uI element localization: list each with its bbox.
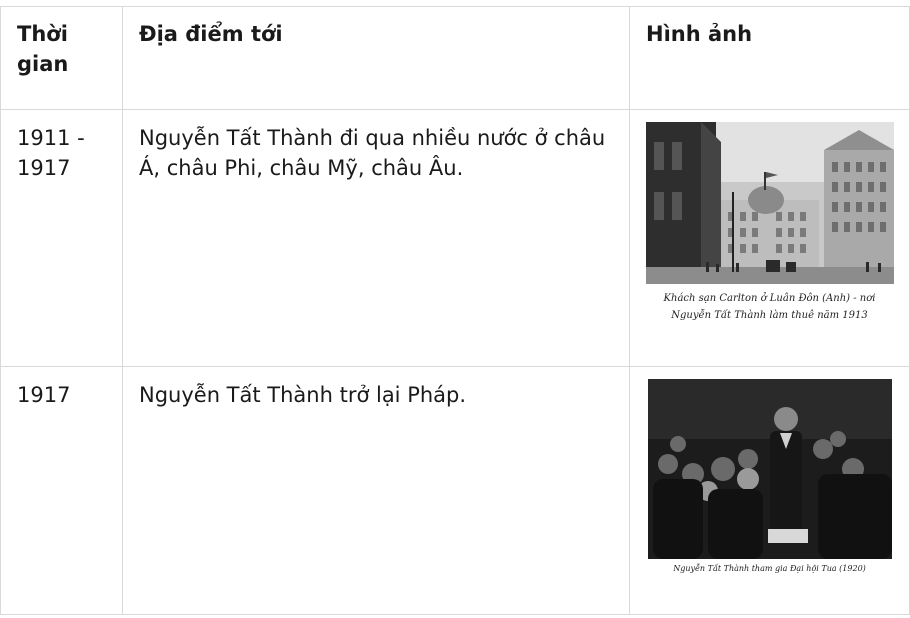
image-caption: Khách sạn Carlton ở Luân Đôn (Anh) - nơi… [630,290,909,324]
history-table: Thời gian Địa điểm tới Hình ảnh 1911 - 1… [0,6,910,615]
image-caption: Nguyễn Tất Thành tham gia Đại hội Tua (1… [673,564,866,573]
header-place: Địa điểm tới [122,6,630,110]
image-cell: Nguyễn Tất Thành tham gia Đại hội Tua (1… [629,366,910,615]
caption-line-1: Khách sạn Carlton ở Luân Đôn (Anh) - nơi [663,293,876,304]
time-cell: 1911 - 1917 [0,109,123,367]
header-time: Thời gian [0,6,123,110]
caption-line-2: Nguyễn Tất Thành làm thuê năm 1913 [671,310,868,321]
place-cell: Nguyễn Tất Thành đi qua nhiều nước ở châ… [122,109,630,367]
carlton-hotel-photo [645,122,894,284]
tours-congress-photo [647,379,892,559]
place-cell: Nguyễn Tất Thành trở lại Pháp. [122,366,630,615]
table-header-row: Thời gian Địa điểm tới Hình ảnh [0,6,910,110]
table-row: 1917 Nguyễn Tất Thành trở lại Pháp. Nguy… [0,366,910,615]
header-image: Hình ảnh [629,6,910,110]
image-cell: Khách sạn Carlton ở Luân Đôn (Anh) - nơi… [629,109,910,367]
time-cell: 1917 [0,366,123,615]
table-row: 1911 - 1917 Nguyễn Tất Thành đi qua nhiề… [0,109,910,367]
